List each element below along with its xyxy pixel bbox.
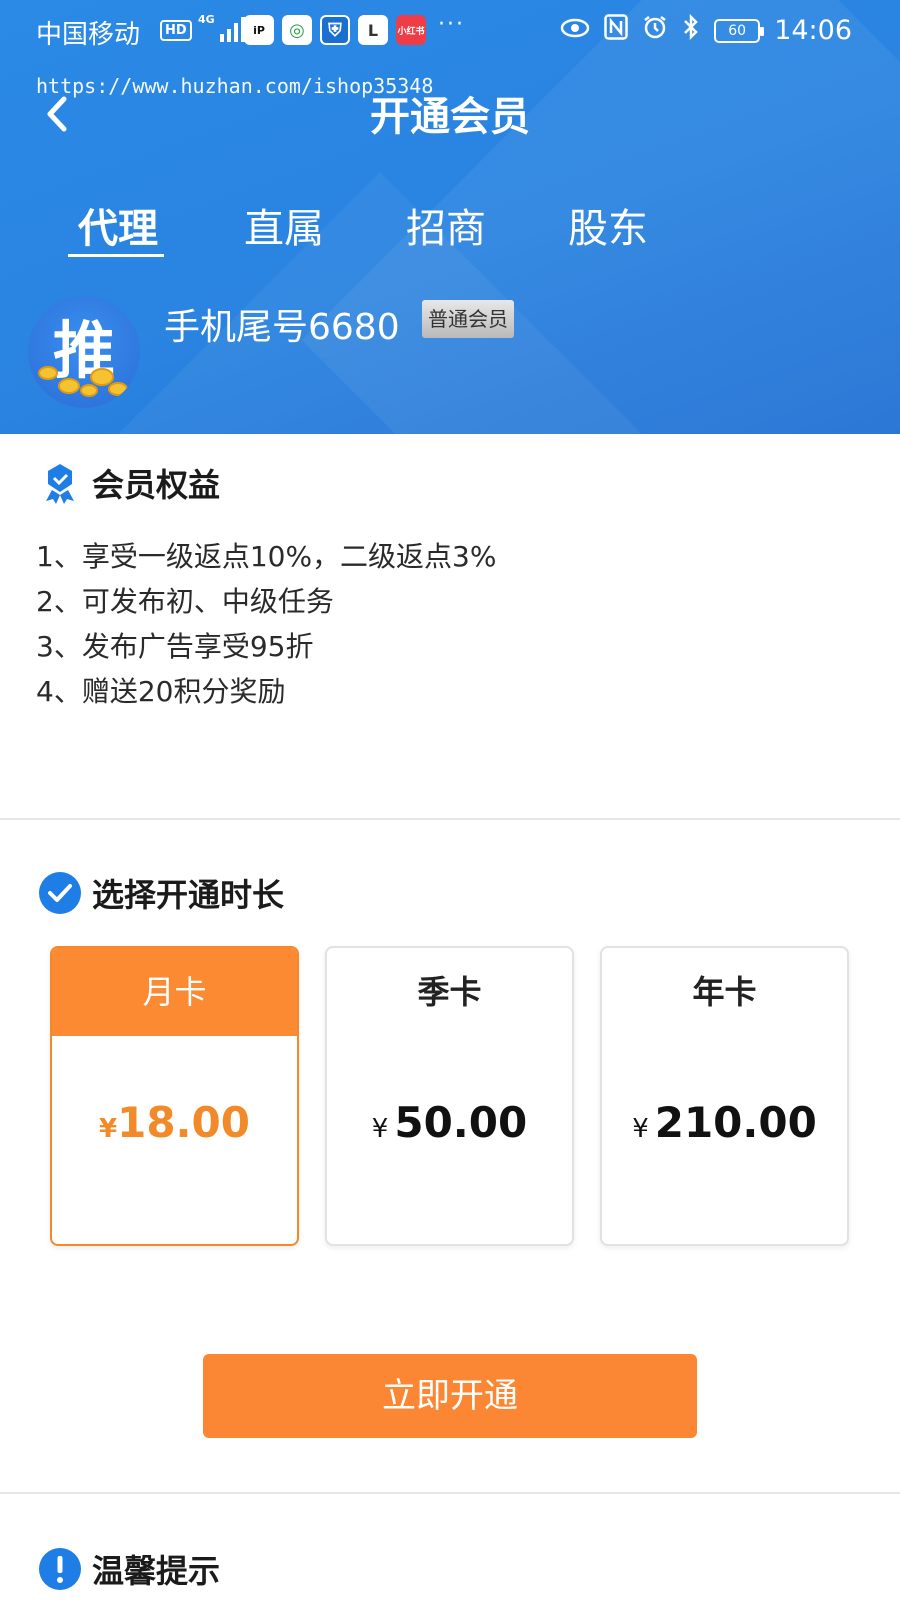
duration-section-title: 选择开通时长 [38, 870, 284, 916]
card-price: ¥18.00 [52, 1098, 297, 1147]
card-price: ¥50.00 [327, 1098, 572, 1147]
eye-icon [560, 16, 590, 46]
currency-symbol: ¥ [371, 1114, 389, 1144]
signal-icon: 4G [198, 14, 245, 42]
battery-icon: 60 [714, 18, 765, 43]
card-label: 月卡 [52, 948, 297, 1036]
clock-time: 14:06 [774, 15, 852, 46]
active-tab-indicator [68, 254, 164, 257]
currency-symbol: ¥ [99, 1114, 118, 1144]
benefit-item: 3、发布广告享受95折 [36, 630, 314, 663]
quarterly-card-option[interactable]: 季卡 ¥50.00 [325, 946, 574, 1246]
avatar: 推 [28, 296, 140, 408]
header-banner: 中国移动 HD 4G iP ◎ ⛨ L 小红书 ··· 60 14:06 htt… [0, 0, 900, 434]
card-label: 季卡 [417, 973, 482, 1011]
shield-app-icon: ⛨ [320, 15, 350, 45]
section-divider [0, 1492, 900, 1494]
tips-title: 温馨提示 [92, 1552, 221, 1590]
app-notification-icon: ◎ [282, 15, 312, 45]
tab-agent[interactable]: 代理 [48, 196, 188, 254]
card-label: 年卡 [692, 973, 757, 1011]
member-badge-icon [46, 464, 74, 504]
member-level-badge: 普通会员 [422, 300, 514, 338]
alarm-icon [642, 14, 668, 47]
app-notification-icon: iP [244, 15, 274, 45]
nfc-icon [604, 14, 628, 47]
card-price: ¥210.00 [602, 1098, 847, 1147]
duration-options: 月卡 ¥18.00 季卡 ¥50.00 年卡 ¥210.00 [50, 946, 850, 1246]
price-amount: 210.00 [654, 1098, 817, 1147]
app-notification-icon: L [358, 15, 388, 45]
status-bar: 中国移动 HD 4G iP ◎ ⛨ L 小红书 ··· 60 14:06 [0, 0, 900, 62]
hd-icon: HD [160, 20, 192, 41]
page-title: 开通会员 [370, 94, 530, 140]
benefits-section-title: 会员权益 [38, 460, 220, 506]
benefit-item: 4、赠送20积分奖励 [36, 675, 286, 708]
membership-tabs: 代理 直属 招商 股东 [0, 196, 900, 260]
more-notifications-icon: ··· [438, 12, 465, 37]
check-circle-icon [39, 872, 81, 914]
info-exclamation-icon [39, 1548, 81, 1590]
monthly-card-option[interactable]: 月卡 ¥18.00 [50, 946, 299, 1246]
tab-shareholder[interactable]: 股东 [538, 196, 678, 254]
tab-merchant[interactable]: 招商 [376, 196, 516, 254]
benefits-title: 会员权益 [92, 466, 221, 504]
section-divider [0, 818, 900, 820]
yearly-card-option[interactable]: 年卡 ¥210.00 [600, 946, 849, 1246]
carrier-name: 中国移动 [36, 20, 141, 50]
benefits-list: 1、享受一级返点10%，二级返点3% 2、可发布初、中级任务 3、发布广告享受9… [36, 534, 496, 714]
currency-symbol: ¥ [632, 1114, 649, 1144]
open-membership-button[interactable]: 立即开通 [203, 1354, 697, 1438]
bluetooth-icon [682, 13, 700, 47]
price-amount: 50.00 [394, 1098, 528, 1147]
price-amount: 18.00 [117, 1098, 250, 1147]
benefit-item: 2、可发布初、中级任务 [36, 585, 334, 618]
tab-direct[interactable]: 直属 [214, 196, 354, 254]
xiaohongshu-icon: 小红书 [396, 15, 426, 45]
duration-title: 选择开通时长 [92, 876, 285, 914]
benefit-item: 1、享受一级返点10%，二级返点3% [36, 540, 497, 573]
user-name: 手机尾号6680 [164, 307, 400, 348]
tips-section-title: 温馨提示 [38, 1546, 220, 1592]
network-type: 4G [198, 13, 215, 26]
